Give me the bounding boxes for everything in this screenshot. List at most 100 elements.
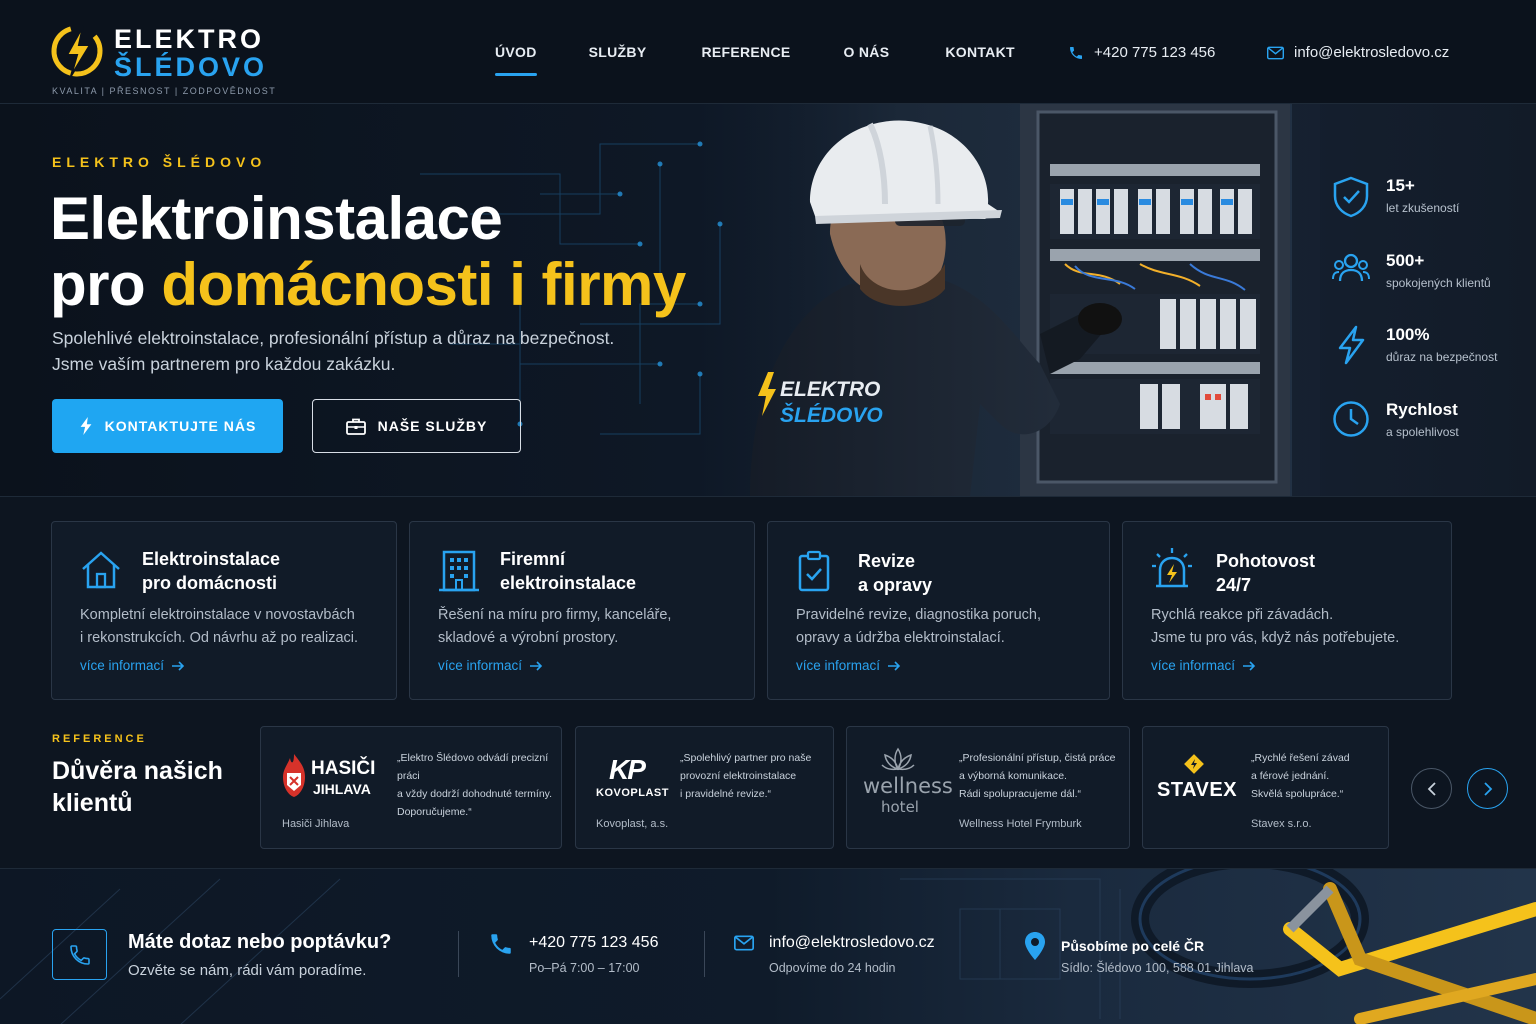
stat-clients: 500+ spokojených klientů	[1332, 251, 1491, 290]
references-title: Důvěra našich klientů	[52, 755, 223, 819]
hero-title-line1: Elektroinstalace	[50, 185, 503, 252]
quote-line3: i pravidelné revize.“	[680, 788, 772, 800]
service-title-line1: Firemní	[500, 549, 566, 569]
service-desc-line2: i rekonstrukcích. Od návrhu až po realiz…	[80, 630, 359, 646]
stat-speed-value: Rychlost	[1386, 400, 1458, 419]
more-info-link[interactable]: více informací	[1151, 658, 1256, 673]
hero-title-prefix: pro	[50, 251, 162, 318]
footer-title: Máte dotaz nebo poptávku?	[128, 931, 392, 953]
references-prev-button[interactable]	[1411, 768, 1452, 809]
lightning-icon	[80, 417, 92, 435]
more-info-label: více informací	[796, 658, 881, 673]
site-header: ELEKTRO ŠLÉDOVO KVALITA | PŘESNOST | ZOD…	[0, 0, 1536, 104]
quote-line1: „Profesionální přístup, čistá práce	[959, 752, 1116, 764]
chevron-right-icon	[1483, 781, 1492, 796]
nav-item-reference[interactable]: REFERENCE	[701, 0, 790, 104]
more-info-link[interactable]: více informací	[796, 658, 901, 673]
quote-line2: a výborná komunikace.	[959, 770, 1067, 782]
brand-logo[interactable]: ELEKTRO ŠLÉDOVO KVALITA | PŘESNOST | ZOD…	[50, 22, 275, 100]
service-title-line1: Revize	[858, 551, 916, 571]
header-email[interactable]: info@elektrosledovo.cz	[1267, 44, 1449, 61]
header-email-text: info@elektrosledovo.cz	[1294, 44, 1450, 61]
more-info-link[interactable]: více informací	[80, 658, 185, 673]
more-info-link[interactable]: více informací	[438, 658, 543, 673]
stats-panel: 15+ let zkušeností 500+ spokojených klient…	[1292, 104, 1536, 496]
hero-title-highlight: domácnosti i firmy	[161, 251, 686, 318]
footer-phone[interactable]: +420 775 123 456	[529, 934, 658, 952]
service-card-desc: Řešení na míru pro firmy, kanceláře, skla…	[438, 604, 671, 650]
footer-phone-box[interactable]	[52, 929, 107, 980]
nav-item-uvod[interactable]: ÚVOD	[495, 0, 537, 104]
stat-safety: 100% důraz na bezpečnost	[1332, 325, 1497, 365]
phone-outline-icon	[69, 944, 90, 965]
service-card-desc: Kompletní elektroinstalace v novostavbác…	[80, 604, 358, 650]
footer-email[interactable]: info@elektrosledovo.cz	[769, 934, 935, 952]
brand-name-line1: ELEKTRO	[114, 24, 265, 54]
wellness-logo-line2: hotel	[881, 798, 919, 816]
envelope-icon	[734, 935, 754, 951]
service-title-line1: Elektroinstalace	[142, 549, 281, 569]
hero-subtitle-line1: Spolehlivé elektroinstalace, profesionál…	[52, 328, 615, 348]
service-card-business[interactable]: Firemní elektroinstalace Řešení na míru p…	[409, 521, 755, 700]
service-title-line1: Pohotovost	[1216, 551, 1315, 571]
quote-line1: „Elektro Šlédovo odvádí precizní práci	[397, 752, 549, 782]
service-card-title: Elektroinstalace pro domácnosti	[142, 547, 280, 595]
jacket-logo-line1: ELEKTRO	[780, 378, 880, 401]
more-info-label: více informací	[1151, 658, 1236, 673]
service-desc-line1: Pravidelné revize, diagnostika poruch,	[796, 607, 1042, 623]
service-title-line2: 24/7	[1216, 575, 1252, 595]
stat-experience-label: let zkušeností	[1386, 201, 1460, 215]
quote-line1: „Rychlé řešení závad	[1251, 752, 1350, 764]
footer-email-note: Odpovíme do 24 hodin	[769, 961, 896, 975]
lotus-icon	[881, 747, 915, 771]
footer-subtitle: Ozvěte se nám, rádi vám poradíme.	[128, 962, 367, 979]
hero-subtitle-line2: Jsme vaším partnerem pro každou zakázku.	[52, 354, 396, 374]
header-phone[interactable]: +420 775 123 456	[1068, 44, 1215, 61]
hasici-logo-line2: JIHLAVA	[313, 781, 371, 797]
service-desc-line1: Řešení na míru pro firmy, kanceláře,	[438, 607, 672, 623]
kovoplast-logo-mark: KP	[609, 754, 646, 785]
service-card-revisions[interactable]: Revize a opravy Pravidelné revize, diagno…	[767, 521, 1110, 700]
house-icon	[82, 551, 120, 589]
kovoplast-logo-text: KOVOPLAST	[596, 787, 669, 799]
briefcase-icon	[345, 418, 366, 435]
nav-item-o-nas[interactable]: O NÁS	[844, 0, 890, 104]
service-desc-line2: Jsme tu pro vás, když nás potřebujete.	[1151, 630, 1400, 646]
hasici-logo-line1: HASIČI	[311, 758, 376, 779]
service-card-emergency[interactable]: Pohotovost 24/7 Rychlá reakce při závadác…	[1122, 521, 1452, 700]
footer-divider	[704, 931, 705, 977]
quote-line2: a férové jednání.	[1251, 770, 1330, 782]
nav-item-kontakt[interactable]: KONTAKT	[945, 0, 1015, 104]
footer-hours: Po–Pá 7:00 – 17:00	[529, 961, 640, 975]
lightning-logo-icon	[51, 25, 103, 77]
phone-icon	[491, 934, 511, 954]
contact-us-button-label: KONTAKTUJTE NÁS	[104, 418, 257, 434]
stavex-diamond-icon	[1184, 754, 1204, 774]
service-card-household[interactable]: Elektroinstalace pro domácnosti Kompletní…	[51, 521, 397, 700]
brand-name-line2: ŠLÉDOVO	[114, 52, 268, 82]
arrow-right-icon	[888, 660, 901, 671]
contact-footer: Máte dotaz nebo poptávku? Ozvěte se nám,…	[0, 868, 1536, 1024]
footer-address: Sídlo: Šlédovo 100, 588 01 Jihlava	[1061, 961, 1254, 975]
reference-client-name: Stavex s.r.o.	[1251, 818, 1312, 830]
arrow-right-icon	[172, 660, 185, 671]
nav-item-sluzby[interactable]: SLUŽBY	[589, 0, 647, 104]
chevron-left-icon	[1427, 781, 1436, 796]
service-card-title: Pohotovost 24/7	[1216, 549, 1315, 597]
shield-check-icon	[1333, 176, 1369, 218]
more-info-label: více informací	[80, 658, 165, 673]
reference-card-kovoplast: KP KOVOPLAST „Spolehlivý partner pro naš…	[575, 726, 834, 849]
reference-quote: „Profesionální přístup, čistá práce a výb…	[959, 749, 1115, 803]
users-icon	[1332, 253, 1370, 282]
references-next-button[interactable]	[1467, 768, 1508, 809]
contact-us-button[interactable]: KONTAKTUJTE NÁS	[52, 399, 283, 453]
service-title-line2: a opravy	[858, 575, 933, 595]
our-services-button[interactable]: NAŠE SLUŽBY	[312, 399, 521, 453]
reference-client-name: Hasiči Jihlava	[282, 818, 350, 830]
map-pin-icon	[1025, 932, 1045, 960]
our-services-button-label: NAŠE SLUŽBY	[377, 418, 488, 434]
service-title-line2: pro domácnosti	[142, 573, 278, 593]
footer-divider	[458, 931, 459, 977]
stat-experience: 15+ let zkušeností	[1332, 176, 1459, 218]
service-title-line2: elektroinstalace	[500, 573, 637, 593]
